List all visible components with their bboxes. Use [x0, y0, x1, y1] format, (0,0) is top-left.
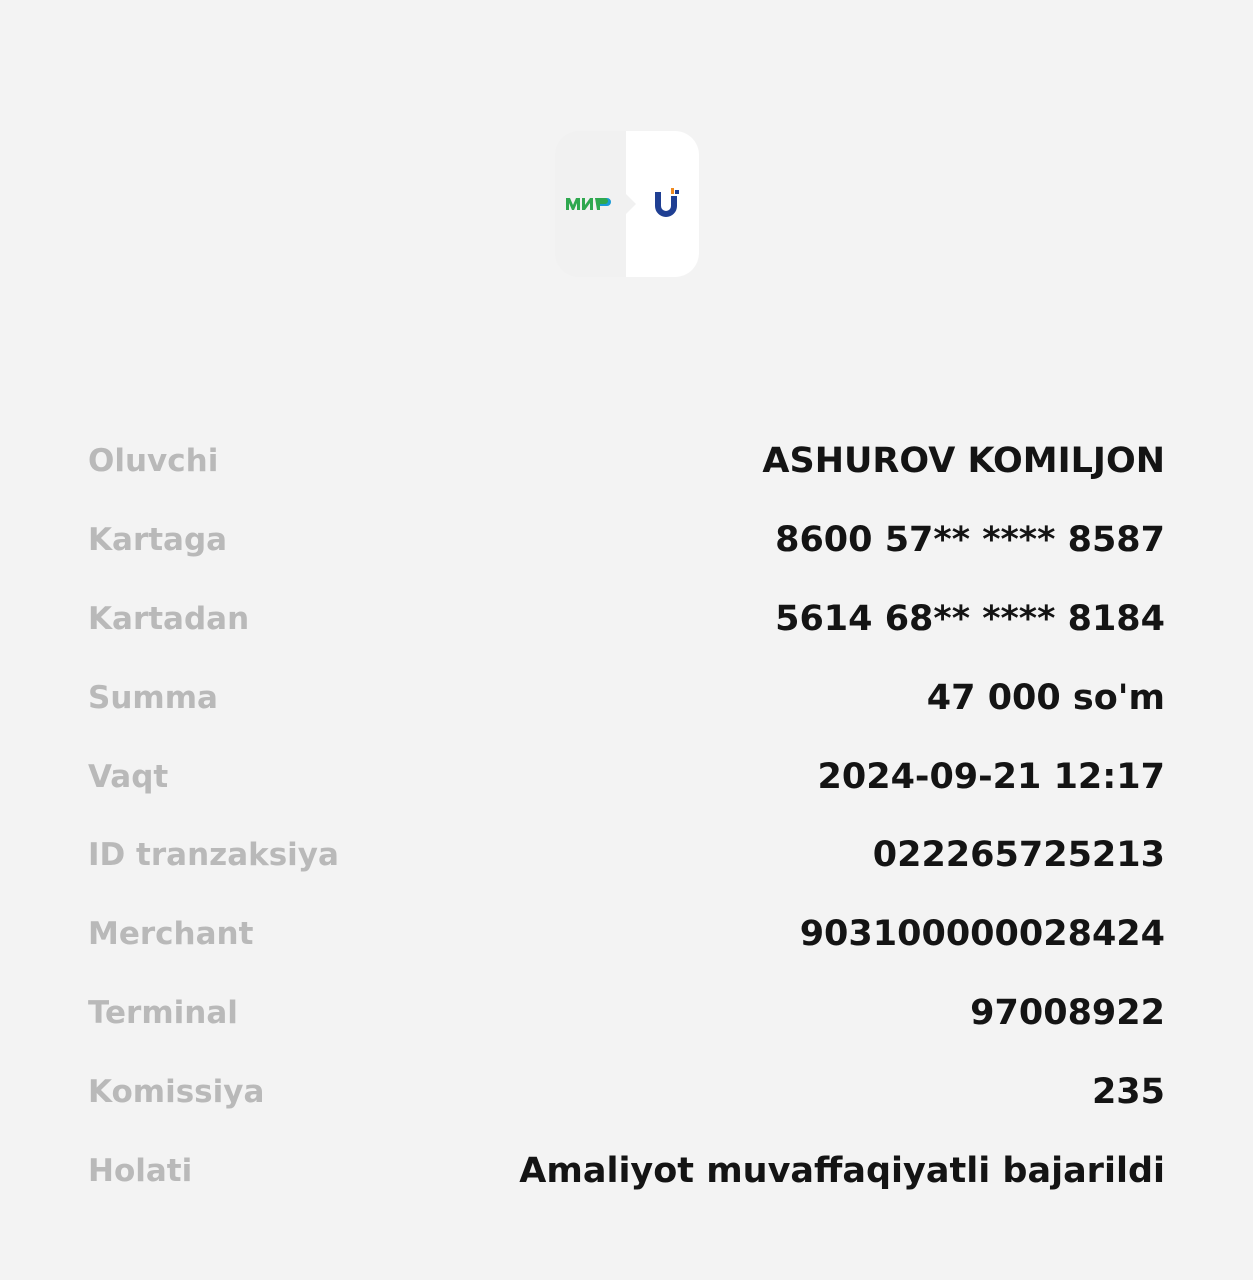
mir-logo: [566, 198, 611, 210]
detail-row-merchant: Merchant 903100000028424: [88, 895, 1165, 974]
from-card-value: 5614 68** **** 8184: [775, 598, 1165, 639]
detail-row-recipient: Oluvchi ASHUROV KOMILJON: [88, 422, 1165, 501]
transaction-id-label: ID tranzaksiya: [88, 837, 339, 874]
to-card-value: 8600 57** **** 8587: [775, 520, 1165, 561]
recipient-value: ASHUROV KOMILJON: [762, 441, 1165, 482]
transaction-id-value: 022265725213: [872, 835, 1165, 876]
commission-label: Komissiya: [88, 1073, 265, 1110]
detail-row-from-card: Kartadan 5614 68** **** 8184: [88, 580, 1165, 659]
time-label: Vaqt: [88, 758, 169, 795]
uzcard-logo: [655, 188, 679, 217]
detail-row-transaction-id: ID tranzaksiya 022265725213: [88, 816, 1165, 895]
status-value: Amaliyot muvaffaqiyatli bajarildi: [519, 1150, 1165, 1191]
merchant-label: Merchant: [88, 916, 254, 953]
commission-value: 235: [1091, 1071, 1165, 1112]
terminal-value: 97008922: [970, 992, 1165, 1033]
merchant-value: 903100000028424: [799, 914, 1165, 955]
detail-row-time: Vaqt 2024-09-21 12:17: [88, 737, 1165, 816]
transfer-arrow-icon: [626, 194, 636, 214]
amount-value: 47 000 so'm: [926, 677, 1165, 718]
detail-row-commission: Komissiya 235: [88, 1052, 1165, 1131]
status-label: Holati: [88, 1152, 193, 1189]
transaction-details: Oluvchi ASHUROV KOMILJON Kartaga 8600 57…: [88, 422, 1165, 1210]
detail-row-to-card: Kartaga 8600 57** **** 8587: [88, 501, 1165, 580]
amount-label: Summa: [88, 679, 218, 716]
card-transfer-logos: [555, 131, 699, 277]
detail-row-status: Holati Amaliyot muvaffaqiyatli bajarildi: [88, 1131, 1165, 1210]
terminal-label: Terminal: [88, 994, 238, 1031]
detail-row-terminal: Terminal 97008922: [88, 974, 1165, 1053]
time-value: 2024-09-21 12:17: [817, 756, 1165, 797]
to-card-label: Kartaga: [88, 522, 228, 559]
recipient-label: Oluvchi: [88, 443, 219, 480]
from-card-label: Kartadan: [88, 600, 250, 637]
detail-row-amount: Summa 47 000 so'm: [88, 658, 1165, 737]
